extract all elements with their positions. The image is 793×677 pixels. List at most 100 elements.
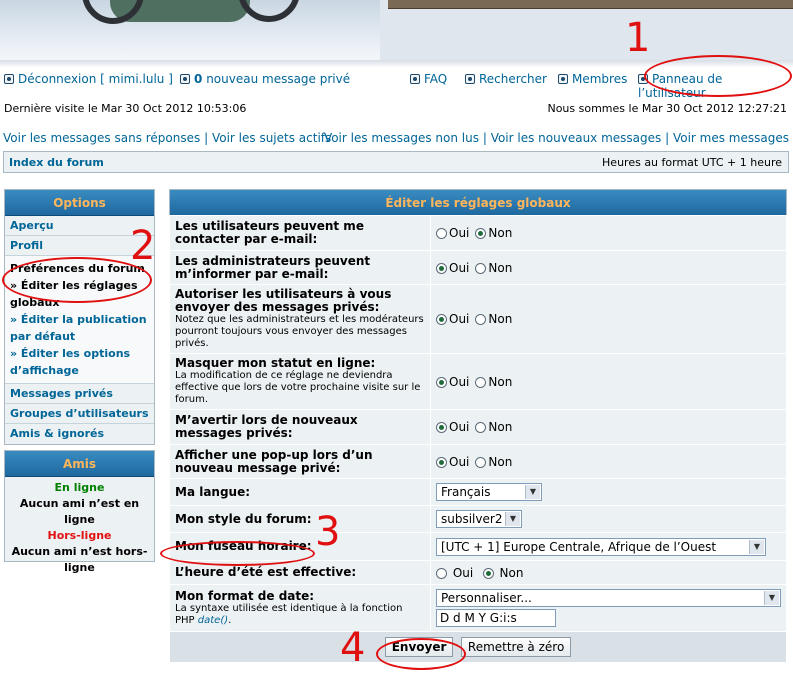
radio-button[interactable] xyxy=(475,262,487,274)
setting-row: Les utilisateurs peuvent me contacter pa… xyxy=(169,215,787,251)
friends-panel: Amis En ligne Aucun ami n’est en ligne H… xyxy=(4,450,155,574)
members-icon xyxy=(558,74,568,84)
quick-links-left: Voir les messages sans réponses | Voir l… xyxy=(3,131,332,145)
my-posts-link[interactable]: Voir mes messages xyxy=(673,131,789,145)
sidebar-item-display-options[interactable]: » Éditer les options d’affichage xyxy=(10,345,149,379)
annotation-oval-2 xyxy=(2,257,152,303)
yes-option[interactable]: Oui xyxy=(436,455,469,469)
forum-banner xyxy=(0,0,793,60)
setting-label: Les utilisateurs peuvent me contacter pa… xyxy=(175,219,364,246)
setting-label: Les administrateurs peuvent m’informer p… xyxy=(175,253,371,281)
setting-label: Masquer mon statut en ligne: xyxy=(175,356,376,370)
yes-option[interactable]: Oui xyxy=(436,226,469,240)
search-link[interactable]: Rechercher xyxy=(465,72,547,86)
radio-button[interactable] xyxy=(436,567,447,579)
annotation-oval-1 xyxy=(644,55,792,97)
friends-online-empty: Aucun ami n’est en ligne xyxy=(19,497,140,526)
form-buttons-row: Envoyer Remettre à zéro xyxy=(169,631,787,663)
style-row: Mon style du forum: subsilver2 ▼ xyxy=(169,505,787,533)
dst-label: L’heure d’été est effective: xyxy=(175,565,357,579)
question-icon xyxy=(410,74,420,84)
friends-title: Amis xyxy=(5,451,154,477)
chevron-down-icon: ▼ xyxy=(749,539,764,554)
setting-row: Afficher une pop-up lors d’un nouveau me… xyxy=(169,444,787,479)
radio-button[interactable] xyxy=(475,422,487,433)
setting-label: Afficher une pop-up lors d’un nouveau me… xyxy=(175,447,373,475)
language-label: Ma langue: xyxy=(175,484,251,499)
unanswered-posts-link[interactable]: Voir les messages sans réponses xyxy=(3,131,200,145)
radio-button[interactable] xyxy=(475,456,487,468)
no-option[interactable]: Non xyxy=(475,375,512,389)
radio-button[interactable] xyxy=(436,422,447,433)
annotation-number-4: 4 xyxy=(340,625,366,671)
new-posts-link[interactable]: Voir les nouveaux messages xyxy=(491,131,662,145)
logout-icon xyxy=(4,74,14,84)
setting-row: M’avertir lors de nouveaux messages priv… xyxy=(169,409,787,445)
yes-option[interactable]: Oui xyxy=(436,375,469,389)
setting-label: Autoriser les utilisateurs à vous envoye… xyxy=(175,287,392,314)
sidebar-item-private-messages[interactable]: Messages privés xyxy=(5,384,154,404)
form-header: Éditer les réglages globaux xyxy=(169,189,787,216)
style-label: Mon style du forum: xyxy=(175,511,312,526)
global-settings-form: Les utilisateurs peuvent me contacter pa… xyxy=(169,215,787,663)
members-link[interactable]: Membres xyxy=(558,72,627,86)
sidebar-item-user-groups[interactable]: Groupes d’utilisateurs xyxy=(5,404,154,424)
no-option[interactable]: Non xyxy=(475,312,512,326)
radio-button[interactable] xyxy=(475,376,487,388)
radio-button[interactable] xyxy=(475,228,487,239)
dst-yes-option[interactable]: Oui xyxy=(436,566,473,580)
annotation-number-2: 2 xyxy=(130,223,156,269)
radio-button[interactable] xyxy=(436,228,447,239)
dateformat-label: Mon format de date: xyxy=(175,588,315,603)
radio-button[interactable] xyxy=(436,456,447,468)
php-date-link[interactable]: date() xyxy=(198,615,228,626)
breadcrumb: Index du forum Heures au format UTC + 1 … xyxy=(3,151,789,173)
no-option[interactable]: Non xyxy=(475,455,512,469)
dateformat-description: La syntaxe utilisée est identique à la f… xyxy=(175,602,403,626)
radio-button[interactable] xyxy=(436,376,447,388)
friends-online-heading: En ligne xyxy=(54,481,105,494)
friends-offline-empty: Aucun ami n’est hors-ligne xyxy=(11,545,148,574)
radio-button[interactable] xyxy=(436,314,447,325)
chevron-down-icon: ▼ xyxy=(525,485,540,499)
active-topics-link[interactable]: Voir les sujets actifs xyxy=(212,131,331,145)
last-visit-text: Dernière visite le Mar 30 Oct 2012 10:53… xyxy=(4,102,247,115)
yes-option[interactable]: Oui xyxy=(436,261,469,275)
form-title: Éditer les réglages globaux xyxy=(170,190,786,216)
annotation-number-1: 1 xyxy=(625,15,651,61)
faq-link[interactable]: FAQ xyxy=(410,72,447,86)
friends-offline-heading: Hors-ligne xyxy=(47,529,112,542)
yes-option[interactable]: Oui xyxy=(436,420,469,434)
unread-posts-link[interactable]: Voir les messages non lus xyxy=(324,131,479,145)
dateformat-input[interactable]: D d M Y G:i:s xyxy=(436,609,556,627)
style-select[interactable]: subsilver2 ▼ xyxy=(436,510,522,528)
language-select[interactable]: Français ▼ xyxy=(436,483,542,501)
annotation-oval-3 xyxy=(160,541,315,566)
setting-row: Autoriser les utilisateurs à vous envoye… xyxy=(169,284,787,354)
envelope-icon xyxy=(180,74,190,84)
timezone-note: Heures au format UTC + 1 heure xyxy=(602,156,782,169)
no-option[interactable]: Non xyxy=(475,420,512,434)
timezone-select[interactable]: [UTC + 1] Europe Centrale, Afrique de l’… xyxy=(436,537,766,556)
private-messages-link[interactable]: 0 nouveau message privé xyxy=(180,72,350,86)
sidebar-item-friends-foes[interactable]: Amis & ignorés xyxy=(5,424,154,443)
current-time-text: Nous sommes le Mar 30 Oct 2012 12:27:21 xyxy=(547,102,787,115)
radio-button[interactable] xyxy=(436,262,447,274)
no-option[interactable]: Non xyxy=(475,261,512,275)
forum-index-link[interactable]: Index du forum xyxy=(9,156,104,169)
dateformat-row: Mon format de date: La syntaxe utilisée … xyxy=(169,584,787,632)
sidebar-item-posting-defaults[interactable]: » Éditer la publication par défaut xyxy=(10,311,149,345)
logout-link[interactable]: Déconnexion [ mimi.lulu ] xyxy=(4,72,173,86)
chevron-down-icon: ▼ xyxy=(764,591,779,605)
dateformat-select[interactable]: Personnaliser... ▼ xyxy=(436,589,781,607)
no-option[interactable]: Non xyxy=(475,226,512,240)
reset-button[interactable]: Remettre à zéro xyxy=(460,637,572,657)
setting-description: La modification de ce réglage ne deviend… xyxy=(175,370,421,405)
dst-no-option[interactable]: Non xyxy=(482,566,523,580)
yes-option[interactable]: Oui xyxy=(436,312,469,326)
radio-button[interactable] xyxy=(482,567,494,579)
chevron-down-icon: ▼ xyxy=(505,512,520,526)
friends-list: En ligne Aucun ami n’est en ligne Hors-l… xyxy=(5,477,154,579)
annotation-oval-4 xyxy=(376,638,466,670)
radio-button[interactable] xyxy=(475,314,487,325)
